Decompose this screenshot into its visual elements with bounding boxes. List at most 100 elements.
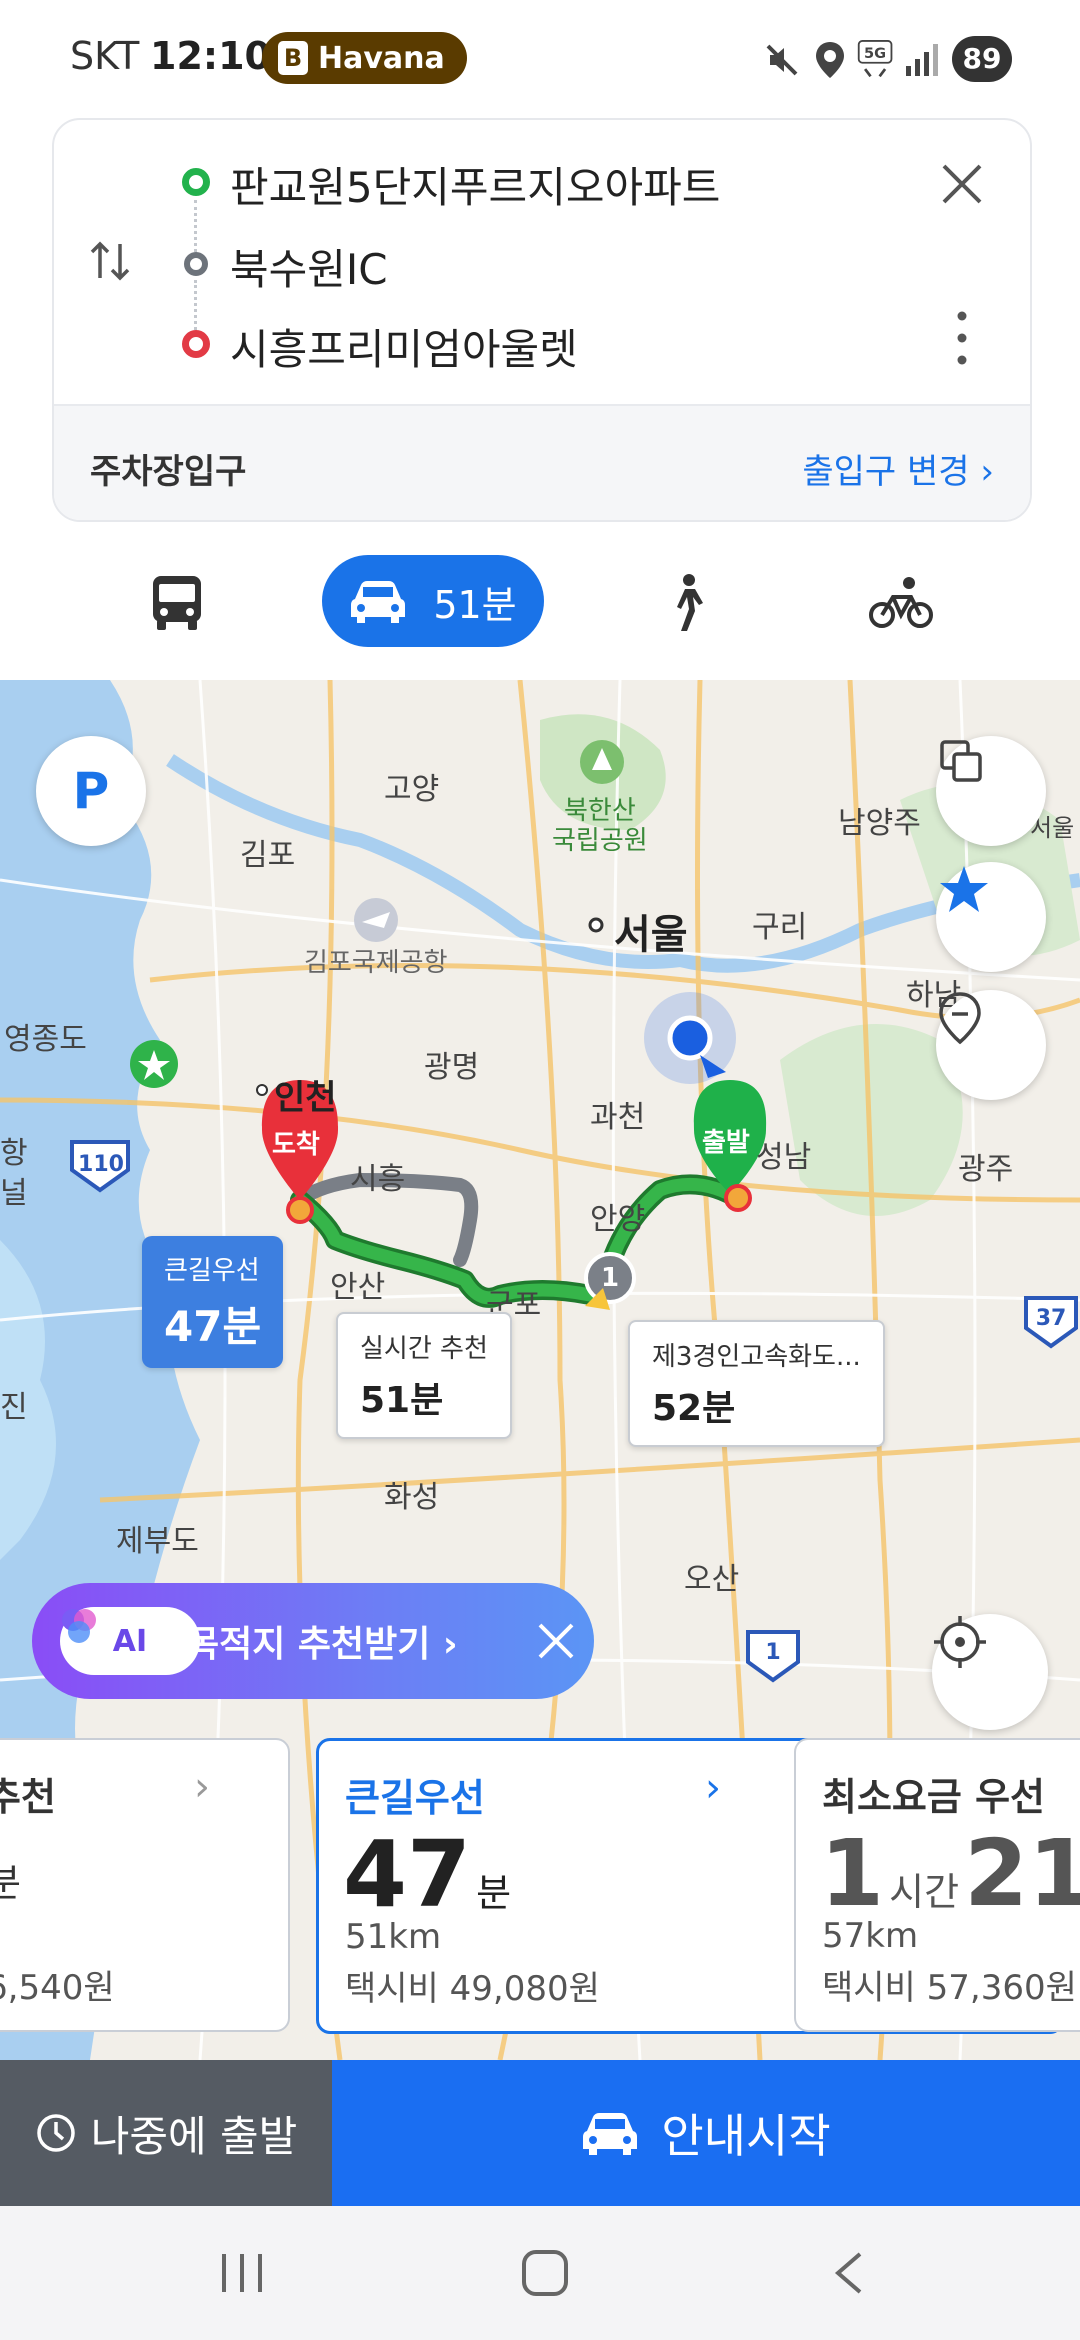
route-label-time: 47분 bbox=[164, 1302, 262, 1351]
route-connector bbox=[194, 280, 197, 330]
favorite-button[interactable] bbox=[936, 862, 1046, 972]
start-navigation-label: 안내시작 bbox=[661, 2109, 831, 2163]
place-label: 성남 bbox=[756, 1140, 812, 1175]
route-card-duration-unit: 분 bbox=[0, 1852, 21, 1907]
depart-later-button[interactable]: 나중에 출발 bbox=[0, 2060, 332, 2206]
svg-text:5G: 5G bbox=[864, 46, 886, 62]
tab-walk[interactable] bbox=[612, 555, 762, 651]
tab-car[interactable]: 51분 bbox=[322, 555, 544, 647]
close-icon[interactable] bbox=[536, 1621, 576, 1661]
car-icon bbox=[583, 2113, 638, 2155]
system-nav-bar bbox=[0, 2206, 1080, 2340]
back-icon[interactable] bbox=[830, 2250, 866, 2296]
duration-minutes: 47 bbox=[343, 1821, 472, 1928]
route-label-name: 제3경인고속화도... bbox=[652, 1342, 861, 1372]
route-card-fare: 6,540원 bbox=[0, 1968, 115, 2008]
place-label: 안양 bbox=[590, 1202, 646, 1237]
duration-minutes: 21 bbox=[964, 1820, 1080, 1927]
music-status-pill[interactable]: B Havana bbox=[262, 32, 467, 84]
layers-icon bbox=[940, 740, 982, 782]
pin-button[interactable] bbox=[936, 990, 1046, 1100]
place-label: 남양주 bbox=[838, 806, 921, 841]
place-label: 김포국제공항 bbox=[304, 948, 448, 978]
car-icon bbox=[351, 581, 406, 623]
battery-indicator: 89 bbox=[952, 36, 1012, 82]
place-label: 오산 bbox=[684, 1562, 740, 1597]
route-card-distance: 57km bbox=[822, 1916, 919, 1956]
route-label-realtime[interactable]: 실시간 추천 51분 bbox=[336, 1312, 512, 1439]
ai-sparkle-icon bbox=[62, 1609, 96, 1643]
home-icon[interactable] bbox=[520, 2248, 570, 2298]
place-label: 화성 bbox=[384, 1480, 440, 1515]
route-card-name: 최소요금 우선 bbox=[822, 1775, 1045, 1819]
place-label: 널 bbox=[0, 1176, 28, 1211]
highway-1-label: 1 bbox=[765, 1640, 781, 1665]
route-input-card: 판교원5단지푸르지오아파트 북수원IC 시흥프리미엄아울렛 주차장입구 출입구 … bbox=[52, 118, 1032, 522]
destination-dot bbox=[182, 330, 210, 358]
my-location-button[interactable] bbox=[932, 1614, 1048, 1730]
parking-entrance-row: 주차장입구 출입구 변경 › bbox=[54, 404, 1030, 520]
start-navigation-button[interactable]: 안내시작 bbox=[332, 2060, 1080, 2206]
route-label-name: 큰길우선 bbox=[164, 1256, 260, 1286]
route-card-fare: 택시비 49,080원 bbox=[345, 1969, 600, 2009]
place-label: 광주 bbox=[958, 1152, 1014, 1187]
tab-transit[interactable] bbox=[102, 555, 252, 651]
mute-icon bbox=[766, 44, 798, 76]
ai-recommend-banner[interactable]: AI 목적지 추천받기 › bbox=[32, 1583, 594, 1699]
route-card-min-fare[interactable]: 최소요금 우선 1 시간 21 57km 택시비 57,360원 bbox=[794, 1738, 1080, 2032]
place-label: 항 bbox=[0, 1136, 28, 1171]
tab-bicycle[interactable] bbox=[826, 555, 976, 651]
destination-field[interactable]: 시흥프리미엄아울렛 bbox=[230, 316, 578, 377]
place-label: 구리 bbox=[752, 910, 808, 945]
hours-unit: 시간 bbox=[889, 1870, 960, 1914]
ai-badge: AI bbox=[60, 1607, 200, 1675]
route-label-third[interactable]: 제3경인고속화도... 52분 bbox=[628, 1320, 885, 1447]
ai-badge-label: AI bbox=[112, 1623, 148, 1659]
status-bar: SKT 12:10 B Havana 5G 89 bbox=[0, 0, 1080, 110]
route-label-time: 52분 bbox=[652, 1388, 736, 1429]
place-label: 국립공원 bbox=[552, 826, 648, 856]
layers-button[interactable] bbox=[936, 736, 1046, 846]
swap-icon[interactable] bbox=[88, 238, 132, 284]
waypoint-field[interactable]: 북수원IC bbox=[230, 236, 388, 297]
walk-icon bbox=[677, 574, 703, 631]
place-label: 김포 bbox=[240, 838, 296, 873]
depart-later-label: 나중에 출발 bbox=[90, 2111, 298, 2161]
signal-icon bbox=[906, 44, 938, 76]
route-label-time: 51분 bbox=[360, 1380, 444, 1421]
clock: 12:10 bbox=[150, 34, 271, 78]
parking-icon: P bbox=[72, 762, 110, 820]
bus-icon bbox=[153, 576, 201, 630]
route-label-main[interactable]: 큰길우선 47분 bbox=[142, 1236, 284, 1368]
recent-apps-icon[interactable] bbox=[218, 2250, 266, 2296]
highway-37-label: 37 bbox=[1035, 1306, 1067, 1331]
star-icon bbox=[940, 866, 988, 912]
route-card-duration: 47 분 bbox=[343, 1821, 511, 1928]
parking-entrance-label: 주차장입구 bbox=[90, 452, 247, 492]
route-card-distance: 51km bbox=[345, 1917, 442, 1957]
route-card-recommended[interactable]: 추천 › 분 6,540원 bbox=[0, 1738, 290, 2032]
car-time-label: 51분 bbox=[433, 582, 517, 627]
more-icon[interactable] bbox=[952, 308, 972, 368]
chevron-right-icon: › bbox=[194, 1764, 210, 1810]
waypoint-marker-label: 1 bbox=[600, 1263, 620, 1293]
close-icon[interactable] bbox=[940, 162, 984, 206]
place-label: 광명 bbox=[424, 1050, 480, 1085]
route-card-duration: 1 시간 21 bbox=[820, 1820, 1080, 1927]
place-label: 서울 bbox=[614, 912, 688, 958]
carrier-label: SKT bbox=[70, 34, 140, 78]
place-label: 진 bbox=[0, 1390, 28, 1425]
duration-hours: 1 bbox=[820, 1820, 885, 1927]
place-label: 인천 bbox=[274, 1078, 337, 1118]
music-title: Havana bbox=[318, 40, 445, 76]
pin-icon bbox=[939, 992, 981, 1045]
parking-button[interactable]: P bbox=[36, 736, 146, 846]
highway-110-label: 110 bbox=[78, 1152, 124, 1177]
place-label: 제부도 bbox=[116, 1524, 199, 1559]
clock-icon bbox=[36, 2114, 75, 2152]
location-icon bbox=[816, 42, 844, 78]
origin-field[interactable]: 판교원5단지푸르지오아파트 bbox=[230, 154, 720, 215]
chevron-right-icon: › bbox=[705, 1765, 721, 1811]
ai-recommend-text: 목적지 추천받기 › bbox=[186, 1624, 458, 1665]
change-entrance-link[interactable]: 출입구 변경 › bbox=[802, 444, 994, 493]
